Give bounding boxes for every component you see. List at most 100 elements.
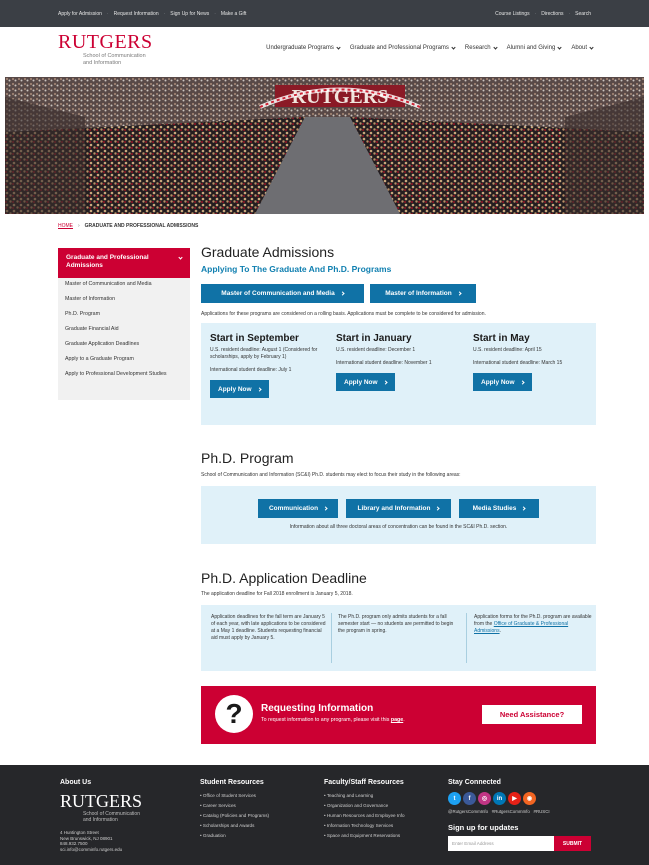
youtube-icon[interactable]: ▶ bbox=[508, 792, 523, 805]
sidebar-item-phd[interactable]: Ph.D. Program bbox=[58, 311, 190, 326]
media-studies-button[interactable]: Media Studies bbox=[459, 499, 539, 518]
breadcrumb-current: GRADUATE AND PROFESSIONAL ADMISSIONS bbox=[84, 223, 199, 229]
chevron-right-icon bbox=[519, 379, 525, 385]
intl-deadline: International student deadline: November… bbox=[336, 360, 432, 366]
request-page-link[interactable]: page bbox=[391, 717, 403, 723]
email-link[interactable]: sci.info@comminfo.rutgers.edu bbox=[60, 847, 180, 853]
sidebar-list: Master of Communication and Media Master… bbox=[58, 278, 190, 386]
course-listings-link[interactable]: Course Listings bbox=[495, 11, 529, 17]
footer-link-label: Teaching and Learning bbox=[326, 793, 374, 798]
request-info-text: To request information to any program, p… bbox=[261, 717, 405, 723]
directions-link[interactable]: Directions bbox=[541, 11, 563, 17]
rutgers-logo[interactable]: RUTGERS School of Communication and Info… bbox=[58, 31, 153, 67]
footer-about: About Us RUTGERS School of Communication… bbox=[60, 779, 180, 852]
footer-logo-wordmark[interactable]: RUTGERS bbox=[60, 791, 180, 811]
linkedin-icon[interactable]: in bbox=[493, 792, 508, 805]
button-label: Library and Information bbox=[357, 505, 431, 512]
sidebar-item-professional[interactable]: Apply to Professional Development Studie… bbox=[58, 371, 190, 386]
sidebar-item-master-communication[interactable]: Master of Communication and Media bbox=[58, 281, 190, 296]
sidebar-item-deadlines[interactable]: Graduate Application Deadlines bbox=[58, 341, 190, 356]
footer-link-label: Space and Equipment Reservations bbox=[326, 833, 401, 838]
facebook-icon[interactable]: f bbox=[463, 792, 478, 805]
submit-button[interactable]: SUBMIT bbox=[554, 836, 591, 851]
footer-connect: Stay Connected t f ◎ in ▶ ◉ @RutgersComm… bbox=[448, 779, 598, 851]
footer-link[interactable]: • Career Services bbox=[200, 803, 310, 809]
master-information-button[interactable]: Master of Information bbox=[370, 284, 476, 303]
separator: · bbox=[568, 10, 571, 17]
library-information-button[interactable]: Library and Information bbox=[346, 499, 451, 518]
footer-heading: About Us bbox=[60, 779, 92, 786]
sidebar: Graduate and Professional Admissions Mas… bbox=[58, 248, 190, 400]
request-info-link[interactable]: Request Information bbox=[114, 11, 159, 17]
hero-image: RUTGERS bbox=[5, 77, 644, 214]
footer-heading: Stay Connected bbox=[448, 779, 501, 786]
footer-link[interactable]: • Graduation bbox=[200, 833, 310, 839]
apply-admission-link[interactable]: Apply for Admission bbox=[58, 11, 102, 17]
phd-intro: School of Communication and Information … bbox=[201, 472, 461, 478]
nav-label: Alumni and Giving bbox=[506, 45, 556, 51]
phd-area-buttons: Communication Library and Information Me… bbox=[201, 499, 596, 518]
admissions-subtitle: Applying To The Graduate And Ph.D. Progr… bbox=[201, 264, 392, 274]
footer-link[interactable]: • Catalog (Policies and Programs) bbox=[200, 813, 310, 819]
need-assistance-button[interactable]: Need Assistance? bbox=[482, 705, 582, 724]
separator: · bbox=[534, 10, 537, 17]
nav-alumni[interactable]: Alumni and Giving bbox=[506, 44, 562, 51]
footer-link[interactable]: • Space and Equipment Reservations bbox=[324, 833, 429, 839]
chevron-right-icon bbox=[382, 379, 388, 385]
footer-link[interactable]: • Office of Student Services bbox=[200, 793, 310, 799]
twitter-icon[interactable]: t bbox=[448, 792, 463, 805]
us-deadline: U.S. resident deadline: April 15 bbox=[473, 347, 542, 353]
deadline-col-semester: The Ph.D. program only admits students f… bbox=[338, 614, 454, 634]
footer-link-label: Human Resources and Employee Info bbox=[326, 813, 405, 818]
site-footer: About Us RUTGERS School of Communication… bbox=[0, 765, 649, 865]
footer-link[interactable]: • Information Technology Services bbox=[324, 823, 429, 829]
term-may: Start in May U.S. resident deadline: Apr… bbox=[473, 333, 595, 391]
button-label: Apply Now bbox=[344, 378, 378, 386]
button-label: Apply Now bbox=[218, 385, 252, 393]
phd-heading: Ph.D. Program bbox=[201, 450, 294, 466]
signup-title: Sign up for updates bbox=[448, 823, 519, 832]
sidebar-item-financial-aid[interactable]: Graduate Financial Aid bbox=[58, 326, 190, 341]
chevron-down-icon bbox=[492, 44, 498, 50]
chevron-right-icon bbox=[457, 291, 462, 296]
sidebar-item-master-information[interactable]: Master of Information bbox=[58, 296, 190, 311]
page-title: Graduate Admissions bbox=[201, 244, 335, 260]
us-deadline: U.S. resident deadline: August 1 (Consid… bbox=[210, 347, 318, 360]
logo-subtitle: School of Communication bbox=[83, 53, 146, 59]
request-text: To request information to any program, p… bbox=[261, 717, 391, 723]
apply-now-button[interactable]: Apply Now bbox=[210, 380, 269, 398]
footer-link-label: Office of Student Services bbox=[202, 793, 256, 798]
forms-text-end: . bbox=[499, 628, 501, 634]
utility-links-right: Course Listings · Directions · Search bbox=[495, 0, 591, 27]
nav-undergraduate[interactable]: Undergraduate Programs bbox=[266, 44, 341, 51]
footer-link[interactable]: • Organization and Governance bbox=[324, 803, 429, 809]
nav-research[interactable]: Research bbox=[464, 44, 498, 51]
footer-address: 4 Huntington Street New Brunswick, NJ 08… bbox=[60, 830, 180, 852]
nav-about[interactable]: About bbox=[571, 44, 594, 51]
apply-now-button[interactable]: Apply Now bbox=[336, 373, 395, 391]
news-signup-link[interactable]: Sign Up for News bbox=[170, 11, 209, 17]
handle: #RutgersCommInfo bbox=[491, 809, 530, 814]
us-deadline: U.S. resident deadline: December 1 bbox=[336, 347, 416, 353]
email-input[interactable]: Enter Email Address bbox=[448, 836, 554, 851]
footer-link[interactable]: • Teaching and Learning bbox=[324, 793, 429, 799]
sidebar-item-apply[interactable]: Apply to a Graduate Program bbox=[58, 356, 190, 371]
search-link[interactable]: Search bbox=[575, 11, 591, 17]
rss-icon[interactable]: ◉ bbox=[523, 792, 538, 805]
nav-label: Research bbox=[464, 45, 491, 51]
communication-button[interactable]: Communication bbox=[258, 499, 338, 518]
footer-link[interactable]: • Human Resources and Employee Info bbox=[324, 813, 429, 819]
apply-now-button[interactable]: Apply Now bbox=[473, 373, 532, 391]
footer-link[interactable]: • Scholarships and Awards bbox=[200, 823, 310, 829]
sidebar-heading[interactable]: Graduate and Professional Admissions bbox=[58, 248, 190, 278]
rolling-note: Applications for these programs are cons… bbox=[201, 311, 486, 317]
button-label: Master of Communication and Media bbox=[221, 290, 335, 297]
make-gift-link[interactable]: Make a Gift bbox=[221, 11, 247, 17]
term-january: Start in January U.S. resident deadline:… bbox=[336, 333, 458, 391]
chevron-right-icon bbox=[256, 386, 262, 392]
instagram-icon[interactable]: ◎ bbox=[478, 792, 493, 805]
master-communication-button[interactable]: Master of Communication and Media bbox=[201, 284, 364, 303]
breadcrumb-home[interactable]: HOME bbox=[58, 223, 73, 229]
intl-deadline: International student deadline: March 15 bbox=[473, 360, 563, 366]
nav-graduate[interactable]: Graduate and Professional Programs bbox=[350, 44, 456, 51]
